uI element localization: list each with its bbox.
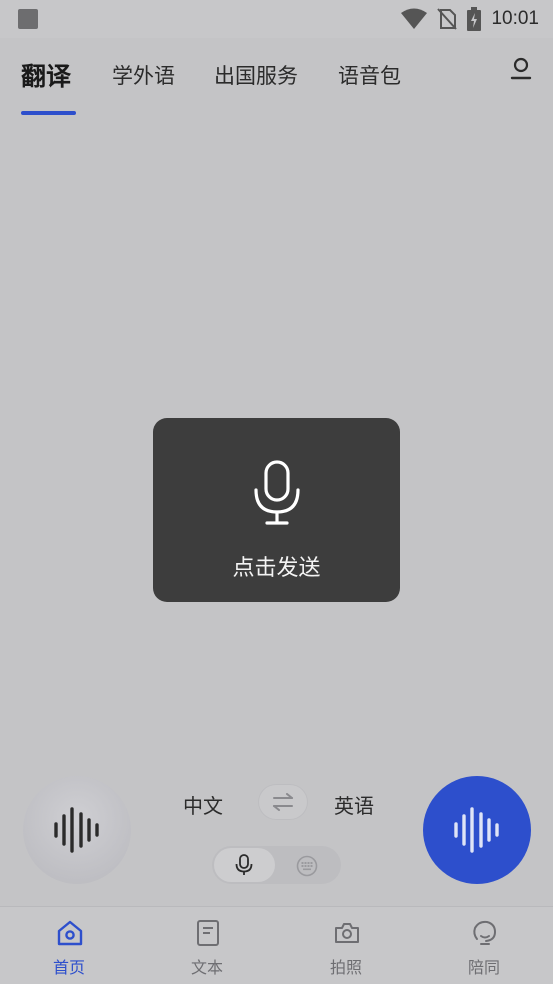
user-icon[interactable] xyxy=(509,56,533,82)
record-toast: 点击发送 xyxy=(153,418,400,602)
swap-arrows-icon xyxy=(273,793,293,811)
tab-learn-language[interactable]: 学外语 xyxy=(112,60,175,90)
no-sim-icon xyxy=(437,8,458,30)
companion-icon xyxy=(473,920,497,945)
microphone-icon xyxy=(235,854,253,875)
nav-label: 文本 xyxy=(190,958,223,977)
home-icon xyxy=(57,920,83,946)
tab-voice-pack[interactable]: 语音包 xyxy=(338,60,401,90)
nav-label: 首页 xyxy=(52,958,85,977)
toast-label: 点击发送 xyxy=(232,556,321,581)
camera-icon xyxy=(335,923,359,943)
nav-label: 陪同 xyxy=(467,958,500,977)
status-bar: 10:01 xyxy=(0,0,553,38)
tab-translate[interactable]: 翻译 xyxy=(21,57,71,93)
target-language[interactable]: 英语 xyxy=(334,790,374,819)
sound-wave-icon xyxy=(54,807,99,853)
document-icon xyxy=(197,920,219,946)
status-time: 10:01 xyxy=(491,8,539,29)
swap-language-button[interactable] xyxy=(258,784,308,820)
status-icons: 10:01 xyxy=(401,6,539,32)
microphone-icon xyxy=(254,460,300,525)
source-voice-button[interactable] xyxy=(23,776,131,884)
tab-overseas-services[interactable]: 出国服务 xyxy=(214,60,298,90)
input-mode-toggle xyxy=(212,846,341,884)
top-tabs: 翻译 学外语 出国服务 语音包 xyxy=(0,38,553,118)
nav-text[interactable]: 文本 xyxy=(138,907,276,984)
target-voice-button[interactable] xyxy=(423,776,531,884)
sound-wave-icon xyxy=(454,807,499,853)
active-tab-indicator xyxy=(21,111,76,115)
source-language[interactable]: 中文 xyxy=(183,790,223,819)
nav-home[interactable]: 首页 xyxy=(0,907,138,984)
nav-photo[interactable]: 拍照 xyxy=(277,907,415,984)
nav-label: 拍照 xyxy=(329,958,362,977)
voice-mode-button[interactable] xyxy=(214,848,275,882)
notification-icon xyxy=(18,9,38,29)
bottom-nav: 首页 文本 拍照 陪同 xyxy=(0,906,553,984)
wifi-icon xyxy=(401,8,428,29)
nav-companion[interactable]: 陪同 xyxy=(415,907,553,984)
keyboard-icon xyxy=(296,855,318,877)
battery-charging-icon xyxy=(467,7,482,31)
